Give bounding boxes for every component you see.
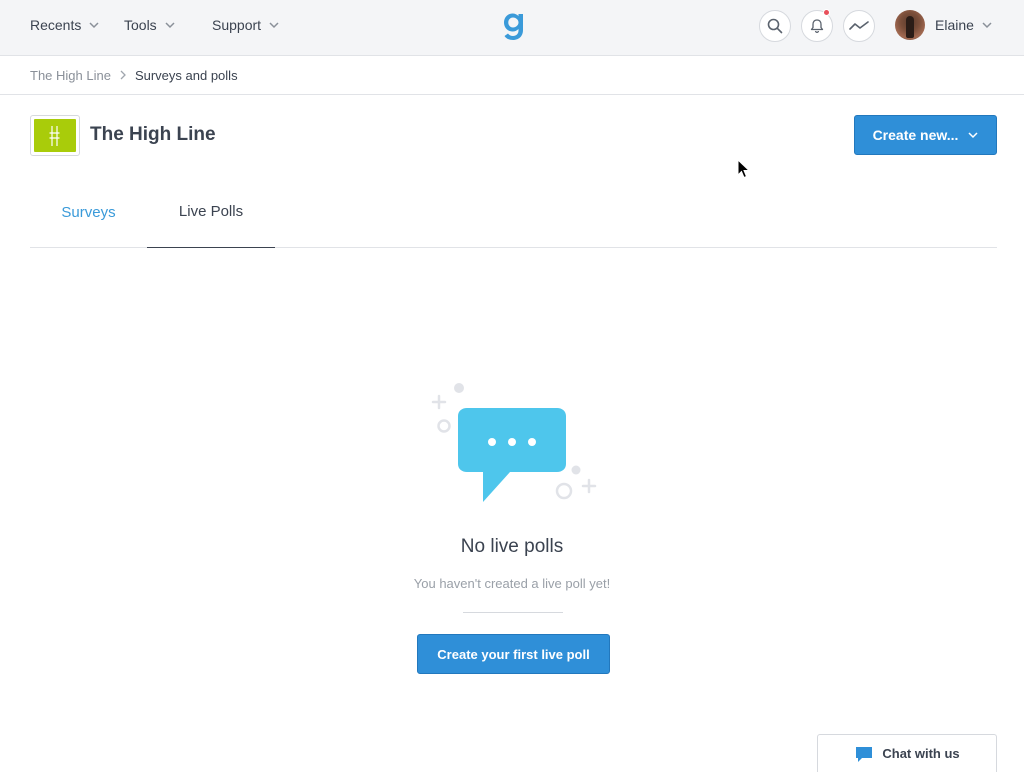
chat-widget-label: Chat with us xyxy=(882,746,960,761)
create-new-label: Create new... xyxy=(872,127,959,143)
organization-logo-mark-icon xyxy=(49,126,60,146)
notifications-button[interactable] xyxy=(801,9,833,42)
chat-widget-button[interactable]: Chat with us xyxy=(817,734,997,772)
organization-logo xyxy=(30,115,80,156)
breadcrumb: The High Line Surveys and polls xyxy=(30,56,238,94)
recents-label: Recents xyxy=(30,17,82,33)
empty-state-subtitle: You haven't created a live poll yet! xyxy=(413,576,611,591)
tab-surveys[interactable]: Surveys xyxy=(30,176,147,248)
tools-label: Tools xyxy=(124,17,157,33)
chat-bubble-illustration-icon xyxy=(431,383,597,502)
chevron-down-icon xyxy=(89,22,99,29)
create-new-button[interactable]: Create new... xyxy=(854,115,997,155)
avatar[interactable] xyxy=(895,10,925,40)
breadcrumb-current: Surveys and polls xyxy=(134,67,238,83)
recents-menu[interactable]: Recents xyxy=(30,0,99,50)
search-button[interactable] xyxy=(759,10,791,42)
activity-wave-icon xyxy=(849,21,869,30)
app-logo-icon[interactable] xyxy=(499,8,529,42)
search-icon xyxy=(767,18,783,34)
empty-state-divider xyxy=(463,612,563,613)
page-title: The High Line xyxy=(90,124,216,145)
chevron-down-icon xyxy=(968,132,978,139)
mouse-cursor-icon xyxy=(737,159,751,179)
chevron-down-icon xyxy=(982,22,992,29)
tab-live-polls-label: Live Polls xyxy=(178,203,244,220)
empty-state-title: No live polls xyxy=(460,536,564,557)
tab-surveys-label: Surveys xyxy=(61,203,116,221)
chevron-down-icon xyxy=(165,22,175,29)
header-divider xyxy=(0,94,1024,95)
tools-menu[interactable]: Tools xyxy=(124,0,175,50)
chat-icon xyxy=(856,746,873,762)
tab-live-polls[interactable]: Live Polls xyxy=(147,176,275,248)
notification-badge xyxy=(823,9,830,16)
chevron-right-icon xyxy=(120,70,126,80)
user-menu[interactable]: Elaine xyxy=(935,0,992,50)
support-label: Support xyxy=(212,17,262,33)
breadcrumb-link-organization[interactable]: The High Line xyxy=(30,68,111,83)
activity-button[interactable] xyxy=(843,10,875,42)
create-first-live-poll-button[interactable]: Create your first live poll xyxy=(417,634,610,674)
tab-bar: Surveys Live Polls xyxy=(30,176,997,248)
bell-icon xyxy=(810,19,824,34)
create-first-live-poll-label: Create your first live poll xyxy=(437,646,590,662)
user-name-label: Elaine xyxy=(935,17,974,33)
support-menu[interactable]: Support xyxy=(212,0,279,50)
top-navigation: Recents Tools Support Elaine xyxy=(0,0,1024,56)
chevron-down-icon xyxy=(269,22,279,29)
